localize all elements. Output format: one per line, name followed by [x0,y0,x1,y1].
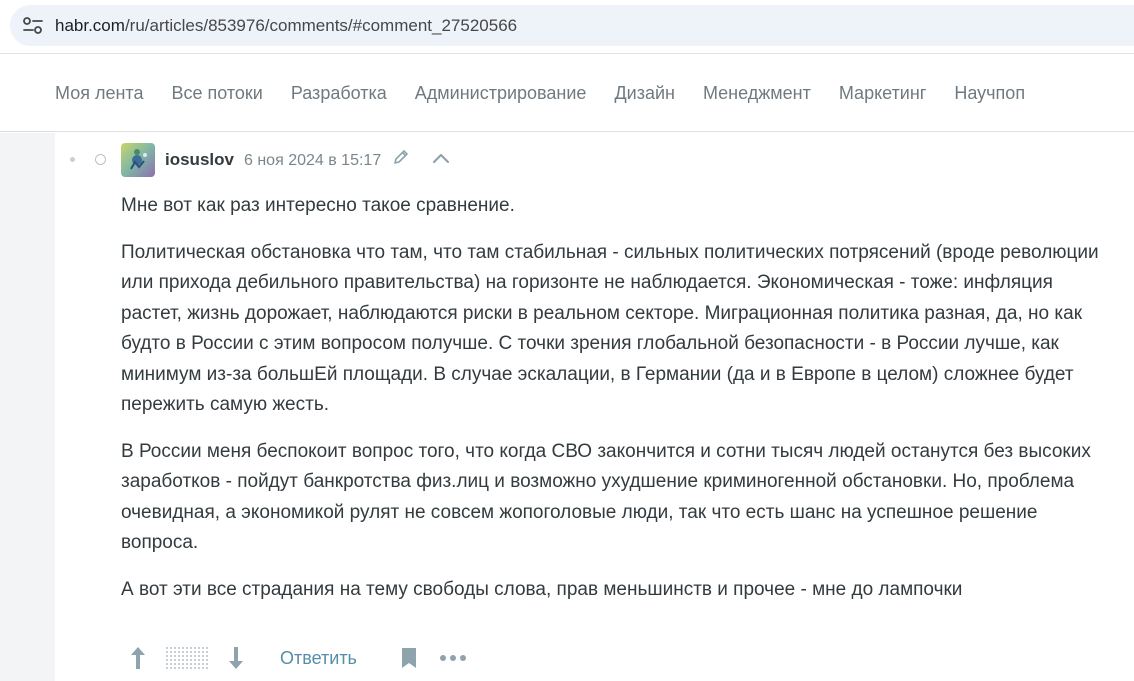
comment-paragraph: В России меня беспокоит вопрос того, что… [121,440,1091,554]
url-text[interactable]: habr.com/ru/articles/853976/comments/#co… [55,16,517,36]
more-dots-icon[interactable] [439,653,467,663]
nav-item-design[interactable]: Дизайн [614,82,675,104]
nav-item-development[interactable]: Разработка [291,82,387,104]
browser-toolbar: habr.com/ru/articles/853976/comments/#co… [0,0,1134,54]
comment-card: iosuslov 6 ноя 2024 в 15:17 Мне вот как … [55,133,1134,681]
nav-item-popsci[interactable]: Научпоп [954,82,1025,104]
comment-paragraph: Политическая обстановка что там, что там… [121,241,1099,416]
nav-item-marketing[interactable]: Маркетинг [839,82,927,104]
avatar-image [121,143,155,177]
nav-item-administration[interactable]: Администрирование [415,82,587,104]
thread-marker[interactable] [95,154,106,165]
avatar[interactable] [121,143,155,177]
arrow-up-icon[interactable] [129,645,147,671]
reply-button[interactable]: Ответить [280,647,357,669]
url-path: /ru/articles/853976/comments/#comment_27… [124,16,518,35]
score-placeholder [165,646,209,670]
nav-list: Моя лента Все потоки Разработка Админист… [55,82,1053,104]
comment-body: Мне вот как раз интересно такое сравнени… [121,191,1111,621]
comment-actions: Ответить [121,641,521,675]
nav-item-my-feed[interactable]: Моя лента [55,82,143,104]
thread-dot [70,157,75,162]
pencil-icon [394,150,408,164]
nav-item-management[interactable]: Менеджмент [703,82,811,104]
comment-paragraph: Мне вот как раз интересно такое сравнени… [121,195,515,216]
address-bar[interactable]: habr.com/ru/articles/853976/comments/#co… [10,5,1134,46]
comment-author[interactable]: iosuslov [165,150,234,170]
comment-timestamp[interactable]: 6 ноя 2024 в 15:17 [244,151,381,171]
content-area: iosuslov 6 ноя 2024 в 15:17 Мне вот как … [0,133,1134,681]
site-nav: Моя лента Все потоки Разработка Админист… [0,55,1134,132]
nav-item-all-streams[interactable]: Все потоки [171,82,262,104]
chevron-up-icon[interactable] [432,151,450,165]
bookmark-icon[interactable] [400,646,418,670]
tune-icon[interactable] [22,16,44,36]
arrow-down-icon[interactable] [227,645,245,671]
url-host: habr.com [55,16,125,35]
comment-paragraph: А вот эти все страдания на тему свободы … [121,578,963,600]
